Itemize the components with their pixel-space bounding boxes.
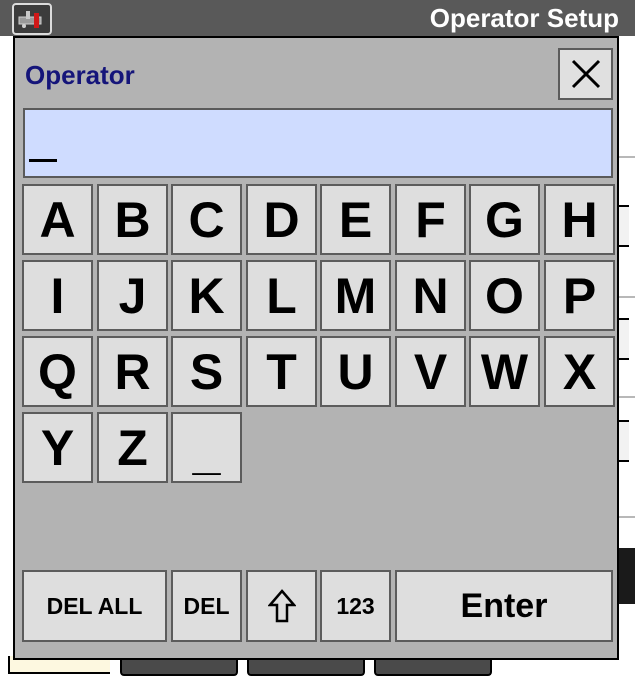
background-divider [617,156,635,158]
key-e[interactable]: E [320,184,391,255]
key-v[interactable]: V [395,336,466,407]
key-n[interactable]: N [395,260,466,331]
background-footer-tab [120,660,238,676]
title-bar: Operator Setup [0,0,635,36]
operator-setup-icon [12,3,52,35]
key-h[interactable]: H [544,184,615,255]
close-icon [571,59,600,89]
shift-button[interactable] [246,570,317,642]
enter-button[interactable]: Enter [395,570,613,642]
background-divider [617,396,635,398]
key-r[interactable]: R [97,336,168,407]
key-a[interactable]: A [22,184,93,255]
background-divider [617,296,635,298]
key-w[interactable]: W [469,336,540,407]
background-footer-tab [374,660,492,676]
operator-entry-dialog: Operator A B C D E F G H I J K L M N O P… [13,36,619,660]
numeric-keyboard-button[interactable]: 123 [320,570,391,642]
key-u[interactable]: U [320,336,391,407]
close-button[interactable] [558,48,613,100]
key-i[interactable]: I [22,260,93,331]
window-title: Operator Setup [429,3,619,33]
key-b[interactable]: B [97,184,168,255]
key-l[interactable]: L [246,260,317,331]
key-y[interactable]: Y [22,412,93,483]
background-footer-tab [247,660,365,676]
key-underscore[interactable]: _ [171,412,242,483]
key-z[interactable]: Z [97,412,168,483]
key-o[interactable]: O [469,260,540,331]
key-f[interactable]: F [395,184,466,255]
input-cursor [29,159,57,162]
shift-arrow-icon [267,589,296,623]
background-divider [617,516,635,518]
key-x[interactable]: X [544,336,615,407]
key-k[interactable]: K [171,260,242,331]
key-q[interactable]: Q [22,336,93,407]
key-m[interactable]: M [320,260,391,331]
delete-button[interactable]: DEL [171,570,242,642]
key-s[interactable]: S [171,336,242,407]
dialog-title: Operator [25,60,135,90]
delete-all-button[interactable]: DEL ALL [22,570,167,642]
key-c[interactable]: C [171,184,242,255]
key-t[interactable]: T [246,336,317,407]
operator-name-input[interactable] [23,108,613,178]
key-p[interactable]: P [544,260,615,331]
background-side-tab [618,548,635,604]
key-g[interactable]: G [469,184,540,255]
key-j[interactable]: J [97,260,168,331]
key-d[interactable]: D [246,184,317,255]
